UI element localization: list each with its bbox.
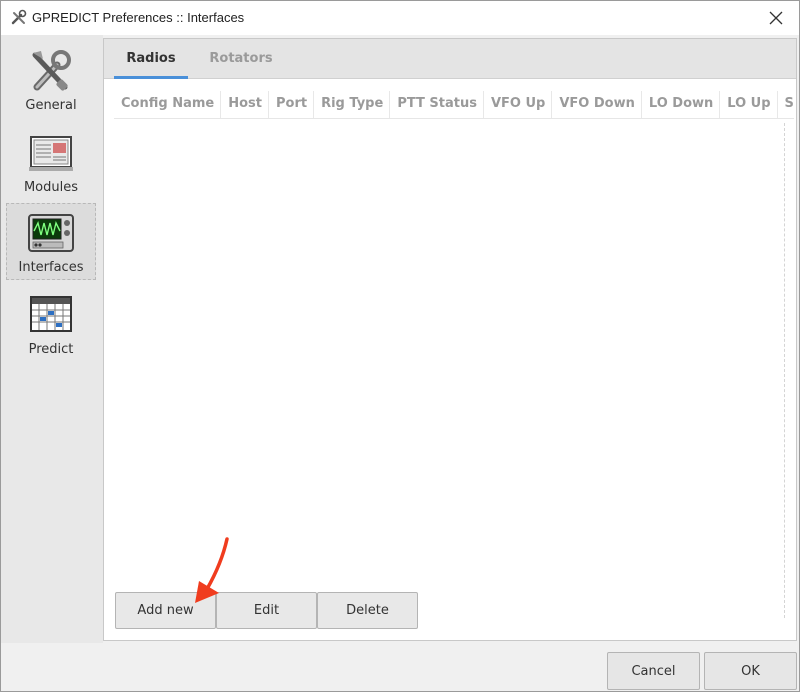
sidebar-item-label: Interfaces	[18, 260, 84, 275]
column-header-vfo-down[interactable]: VFO Down	[552, 91, 642, 118]
interfaces-icon	[28, 214, 74, 252]
tools-icon	[11, 9, 27, 25]
column-header-lo-up[interactable]: LO Up	[720, 91, 778, 118]
column-header-rig-type[interactable]: Rig Type	[314, 91, 391, 118]
tab-rotators[interactable]: Rotators	[200, 39, 282, 79]
radios-table-header: Config Name Host Port Rig Type PTT Statu…	[114, 91, 794, 119]
tab-radios[interactable]: Radios	[114, 39, 188, 79]
ok-button[interactable]: OK	[704, 652, 797, 690]
column-header-lo-down[interactable]: LO Down	[642, 91, 721, 118]
window-title: GPREDICT Preferences :: Interfaces	[32, 10, 245, 25]
sidebar-item-general[interactable]: General	[6, 41, 96, 118]
column-header-vfo-up[interactable]: VFO Up	[484, 91, 553, 118]
column-header-port[interactable]: Port	[269, 91, 315, 118]
calendar-icon	[30, 296, 72, 332]
close-icon	[769, 11, 783, 25]
sidebar-item-label: Predict	[28, 342, 74, 357]
title-bar: GPREDICT Preferences :: Interfaces	[1, 1, 799, 35]
tools-icon	[32, 50, 71, 91]
sidebar-item-modules[interactable]: Modules	[6, 123, 96, 200]
modules-icon	[29, 136, 73, 171]
delete-button[interactable]: Delete	[317, 592, 418, 629]
column-header-host[interactable]: Host	[221, 91, 269, 118]
table-column-divider	[784, 123, 785, 618]
sidebar-item-label: General	[25, 98, 77, 113]
column-header-ptt-status[interactable]: PTT Status	[390, 91, 484, 118]
cancel-button[interactable]: Cancel	[607, 652, 700, 690]
preferences-window: GPREDICT Preferences :: Interfaces Gener…	[0, 0, 800, 692]
column-header-config-name[interactable]: Config Name	[114, 91, 222, 118]
sidebar-item-interfaces[interactable]: Interfaces	[6, 203, 96, 280]
sidebar: General Modules Interfaces Predict	[1, 35, 103, 643]
sidebar-item-label: Modules	[23, 180, 79, 195]
annotation-arrow-icon	[195, 537, 229, 603]
sidebar-item-predict[interactable]: Predict	[6, 285, 96, 362]
column-header-sign[interactable]: Sign	[778, 91, 794, 118]
close-button[interactable]	[753, 1, 799, 35]
tab-bar: Radios Rotators	[104, 39, 796, 79]
